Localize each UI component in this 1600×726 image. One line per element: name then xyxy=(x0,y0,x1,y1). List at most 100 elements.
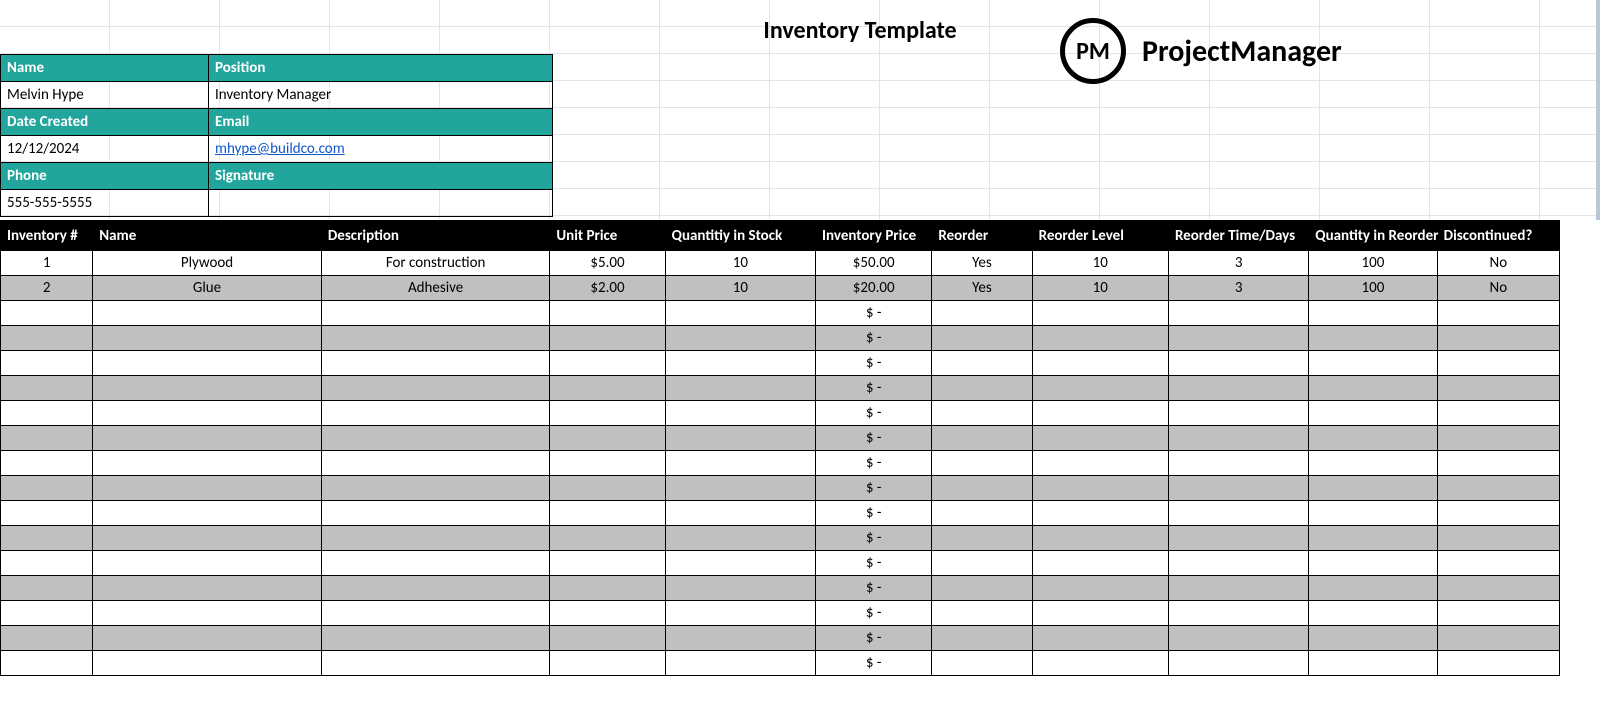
cell-inv_no[interactable]: 2 xyxy=(1,276,93,301)
cell-description[interactable]: Adhesive xyxy=(321,276,550,301)
cell-inv_price[interactable]: $ - xyxy=(816,601,932,626)
cell-discontinued[interactable]: No xyxy=(1437,251,1559,276)
cell-inv_price[interactable]: $ - xyxy=(816,326,932,351)
meta-email-cell[interactable]: mhype@buildco.com xyxy=(209,136,553,163)
cell-inv_no[interactable] xyxy=(1,451,93,476)
cell-qty_stock[interactable] xyxy=(665,551,815,576)
cell-inv_no[interactable] xyxy=(1,376,93,401)
cell-discontinued[interactable] xyxy=(1437,526,1559,551)
cell-reorder_days[interactable] xyxy=(1168,501,1308,526)
cell-reorder_qty[interactable] xyxy=(1309,576,1437,601)
cell-inv_no[interactable] xyxy=(1,401,93,426)
cell-reorder[interactable] xyxy=(932,326,1032,351)
cell-discontinued[interactable] xyxy=(1437,401,1559,426)
cell-description[interactable] xyxy=(321,651,550,676)
cell-inv_price[interactable]: $ - xyxy=(816,551,932,576)
cell-name[interactable] xyxy=(93,301,322,326)
cell-inv_price[interactable]: $ - xyxy=(816,626,932,651)
meta-date-cell[interactable]: 12/12/2024 xyxy=(1,136,209,163)
cell-reorder[interactable]: Yes xyxy=(932,251,1032,276)
cell-inv_no[interactable] xyxy=(1,501,93,526)
cell-unit_price[interactable] xyxy=(550,351,665,376)
cell-name[interactable] xyxy=(93,426,322,451)
cell-inv_no[interactable] xyxy=(1,576,93,601)
cell-discontinued[interactable] xyxy=(1437,426,1559,451)
cell-discontinued[interactable] xyxy=(1437,576,1559,601)
cell-description[interactable] xyxy=(321,401,550,426)
cell-qty_stock[interactable] xyxy=(665,576,815,601)
cell-reorder_days[interactable] xyxy=(1168,651,1308,676)
cell-description[interactable] xyxy=(321,576,550,601)
cell-reorder_level[interactable] xyxy=(1032,376,1168,401)
cell-unit_price[interactable] xyxy=(550,601,665,626)
cell-name[interactable] xyxy=(93,551,322,576)
cell-inv_price[interactable]: $ - xyxy=(816,651,932,676)
cell-reorder_level[interactable] xyxy=(1032,651,1168,676)
cell-reorder_days[interactable]: 3 xyxy=(1168,276,1308,301)
cell-inv_no[interactable] xyxy=(1,301,93,326)
cell-name[interactable]: Glue xyxy=(93,276,322,301)
cell-reorder_qty[interactable] xyxy=(1309,526,1437,551)
cell-unit_price[interactable] xyxy=(550,451,665,476)
cell-inv_price[interactable]: $50.00 xyxy=(816,251,932,276)
cell-reorder[interactable] xyxy=(932,401,1032,426)
cell-reorder_qty[interactable] xyxy=(1309,451,1437,476)
cell-qty_stock[interactable] xyxy=(665,326,815,351)
cell-name[interactable] xyxy=(93,601,322,626)
cell-reorder_level[interactable] xyxy=(1032,426,1168,451)
cell-inv_price[interactable]: $ - xyxy=(816,476,932,501)
cell-inv_price[interactable]: $ - xyxy=(816,401,932,426)
cell-reorder_days[interactable] xyxy=(1168,301,1308,326)
cell-name[interactable] xyxy=(93,351,322,376)
cell-inv_price[interactable]: $ - xyxy=(816,526,932,551)
cell-reorder_qty[interactable] xyxy=(1309,326,1437,351)
cell-name[interactable] xyxy=(93,326,322,351)
cell-reorder_level[interactable] xyxy=(1032,351,1168,376)
cell-inv_no[interactable] xyxy=(1,551,93,576)
cell-reorder_level[interactable]: 10 xyxy=(1032,276,1168,301)
cell-reorder_days[interactable] xyxy=(1168,551,1308,576)
cell-qty_stock[interactable] xyxy=(665,351,815,376)
cell-description[interactable] xyxy=(321,376,550,401)
cell-inv_price[interactable]: $ - xyxy=(816,451,932,476)
cell-reorder[interactable] xyxy=(932,351,1032,376)
cell-inv_no[interactable] xyxy=(1,426,93,451)
cell-unit_price[interactable] xyxy=(550,576,665,601)
cell-unit_price[interactable] xyxy=(550,626,665,651)
cell-qty_stock[interactable] xyxy=(665,476,815,501)
cell-discontinued[interactable] xyxy=(1437,376,1559,401)
cell-reorder_level[interactable] xyxy=(1032,526,1168,551)
cell-reorder_qty[interactable] xyxy=(1309,501,1437,526)
cell-reorder[interactable] xyxy=(932,301,1032,326)
cell-inv_price[interactable]: $ - xyxy=(816,376,932,401)
cell-discontinued[interactable] xyxy=(1437,476,1559,501)
cell-inv_no[interactable] xyxy=(1,526,93,551)
cell-description[interactable] xyxy=(321,476,550,501)
cell-inv_no[interactable] xyxy=(1,476,93,501)
cell-reorder_days[interactable] xyxy=(1168,601,1308,626)
cell-reorder[interactable] xyxy=(932,551,1032,576)
cell-discontinued[interactable] xyxy=(1437,626,1559,651)
cell-qty_stock[interactable]: 10 xyxy=(665,276,815,301)
meta-signature-cell[interactable] xyxy=(209,190,553,217)
cell-reorder_level[interactable]: 10 xyxy=(1032,251,1168,276)
cell-qty_stock[interactable] xyxy=(665,501,815,526)
cell-unit_price[interactable] xyxy=(550,426,665,451)
cell-inv_no[interactable] xyxy=(1,351,93,376)
cell-unit_price[interactable] xyxy=(550,526,665,551)
cell-reorder_qty[interactable]: 100 xyxy=(1309,251,1437,276)
cell-reorder_qty[interactable] xyxy=(1309,601,1437,626)
cell-discontinued[interactable] xyxy=(1437,301,1559,326)
cell-reorder[interactable] xyxy=(932,451,1032,476)
cell-discontinued[interactable] xyxy=(1437,451,1559,476)
cell-inv_price[interactable]: $ - xyxy=(816,426,932,451)
cell-reorder_level[interactable] xyxy=(1032,501,1168,526)
cell-inv_price[interactable]: $20.00 xyxy=(816,276,932,301)
cell-reorder_level[interactable] xyxy=(1032,401,1168,426)
cell-reorder[interactable] xyxy=(932,651,1032,676)
cell-inv_no[interactable] xyxy=(1,626,93,651)
cell-reorder_level[interactable] xyxy=(1032,576,1168,601)
cell-reorder_days[interactable] xyxy=(1168,351,1308,376)
cell-reorder_qty[interactable] xyxy=(1309,476,1437,501)
cell-reorder_qty[interactable] xyxy=(1309,426,1437,451)
